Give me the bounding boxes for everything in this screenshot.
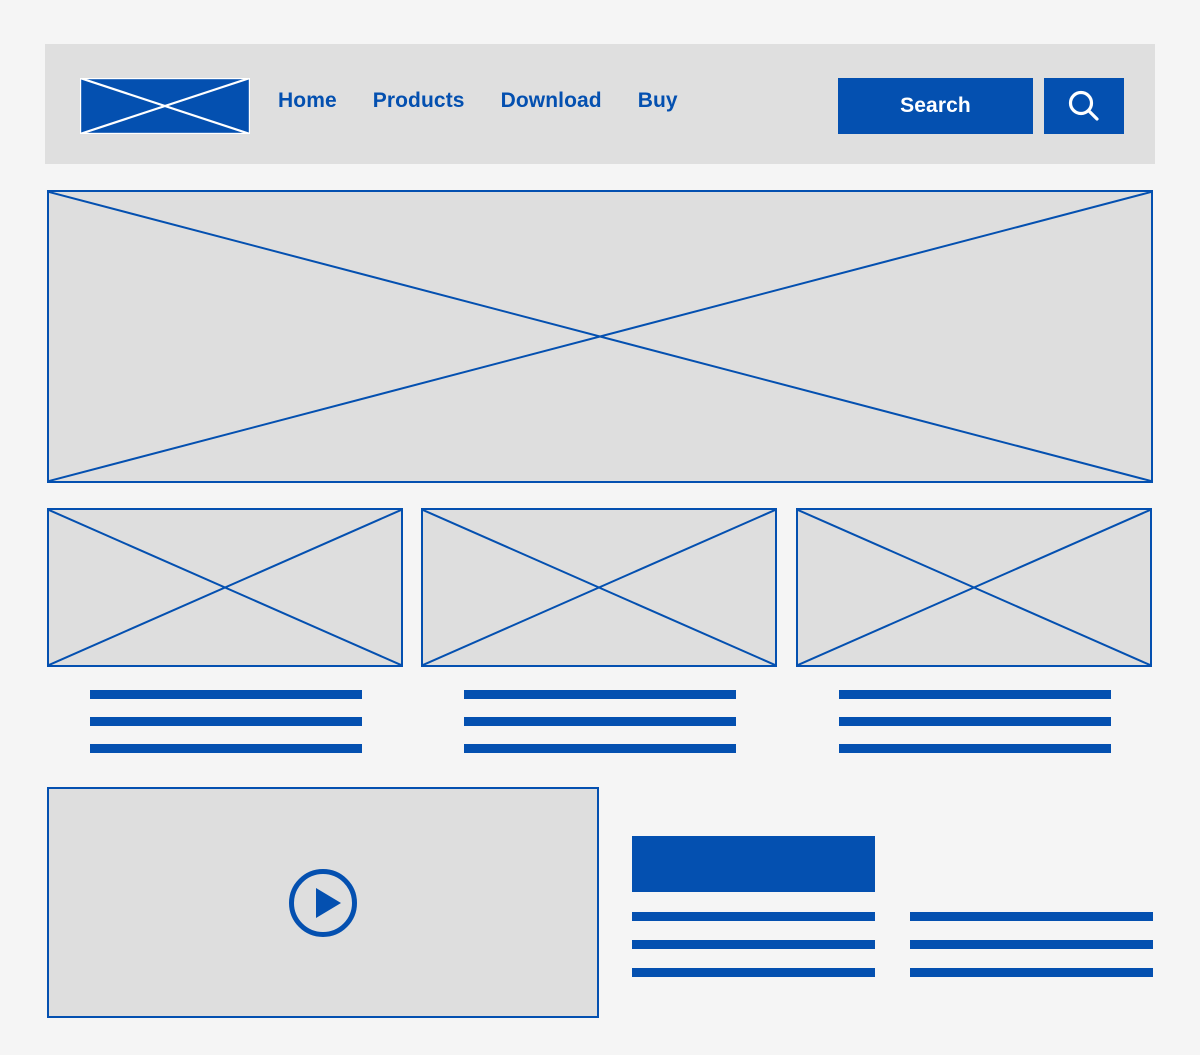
card-text-lines	[90, 690, 362, 753]
search-input[interactable]: Search	[838, 78, 1033, 134]
text-line-bar	[90, 690, 362, 699]
nav-item-download[interactable]: Download	[501, 89, 602, 113]
text-line-bar	[90, 717, 362, 726]
logo[interactable]	[80, 78, 250, 134]
text-line-bar	[910, 940, 1153, 949]
text-line-bar	[839, 744, 1111, 753]
text-line-bar	[910, 912, 1153, 921]
heading-placeholder-block	[632, 836, 875, 892]
hero-image-placeholder	[47, 190, 1153, 483]
nav-item-buy[interactable]: Buy	[638, 89, 678, 113]
search-input-value: Search	[900, 94, 971, 117]
nav-item-products[interactable]: Products	[373, 89, 465, 113]
text-line-bar	[632, 968, 875, 977]
site-header: Home Products Download Buy Search	[45, 44, 1155, 164]
crossed-box-placeholder-icon	[798, 510, 1150, 665]
card-item[interactable]	[796, 508, 1152, 753]
play-button[interactable]	[288, 868, 358, 938]
media-text-columns	[632, 912, 1153, 977]
main-nav: Home Products Download Buy	[278, 89, 678, 113]
text-line-bar	[632, 912, 875, 921]
crossed-box-placeholder-icon	[80, 78, 250, 134]
text-line-bar	[464, 717, 736, 726]
text-line-bar	[632, 940, 875, 949]
search-button[interactable]	[1044, 78, 1124, 134]
media-text-block	[632, 836, 1153, 977]
text-line-bar	[90, 744, 362, 753]
media-text-column	[632, 912, 875, 977]
card-item[interactable]	[421, 508, 777, 753]
card-text-lines	[839, 690, 1111, 753]
text-line-bar	[464, 690, 736, 699]
crossed-box-placeholder-icon	[49, 510, 401, 665]
text-line-bar	[839, 690, 1111, 699]
play-circle-icon	[289, 868, 357, 937]
crossed-box-placeholder-icon	[49, 192, 1151, 481]
video-player-placeholder[interactable]	[47, 787, 599, 1018]
card-text-lines	[464, 690, 736, 753]
card-image-placeholder	[796, 508, 1152, 667]
card-image-placeholder	[47, 508, 403, 667]
crossed-box-placeholder-icon	[423, 510, 775, 665]
text-line-bar	[464, 744, 736, 753]
magnifier-icon	[1068, 90, 1099, 121]
card-image-placeholder	[421, 508, 777, 667]
text-line-bar	[839, 717, 1111, 726]
card-item[interactable]	[47, 508, 403, 753]
nav-item-home[interactable]: Home	[278, 89, 337, 113]
media-text-column	[910, 912, 1153, 977]
text-line-bar	[910, 968, 1153, 977]
